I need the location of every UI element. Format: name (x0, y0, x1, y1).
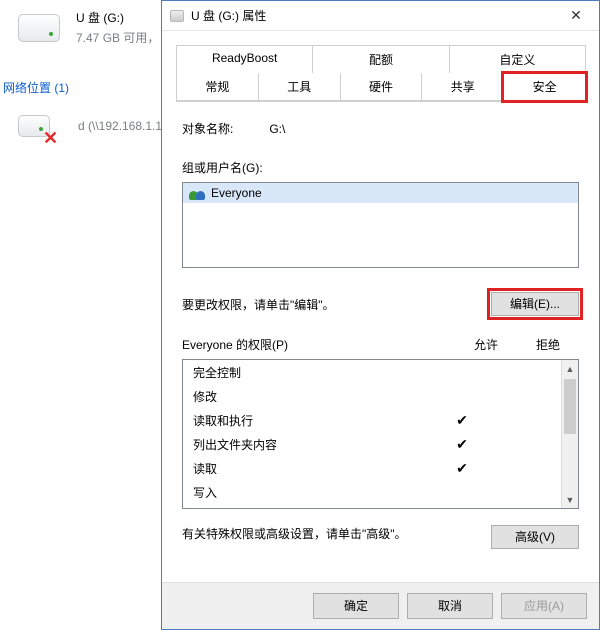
drive-icon (170, 10, 184, 22)
permission-row: 读取和执行 ✔ (183, 408, 561, 432)
tab-hardware[interactable]: 硬件 (340, 73, 423, 101)
explorer-drive-row[interactable]: U 盘 (G:) 7.47 GB 可用， (18, 9, 159, 46)
check-icon: ✔ (456, 436, 468, 452)
tab-tools[interactable]: 工具 (258, 73, 341, 101)
tab-sharing[interactable]: 共享 (421, 73, 504, 101)
close-button[interactable]: ✕ (553, 1, 599, 30)
permission-name: 列出文件夹内容 (193, 436, 431, 453)
titlebar: U 盘 (G:) 属性 ✕ (162, 1, 599, 31)
explorer-section-network[interactable]: 网络位置 (1) (0, 75, 160, 100)
dialog-footer: 确定 取消 应用(A) (162, 582, 599, 629)
groups-label: 组或用户名(G): (182, 159, 579, 176)
permission-row: 修改 (183, 384, 561, 408)
column-deny: 拒绝 (517, 336, 579, 353)
group-item-label: Everyone (211, 186, 262, 200)
cancel-button[interactable]: 取消 (407, 593, 493, 619)
permission-allow: ✔ (431, 437, 493, 452)
permission-name: 完全控制 (193, 364, 431, 381)
object-name-value: G:\ (269, 122, 285, 136)
disconnected-x-icon: ✕ (43, 128, 58, 149)
properties-dialog: U 盘 (G:) 属性 ✕ ReadyBoost 配额 自定义 常规 工具 硬件… (161, 0, 600, 630)
permission-name: 读取和执行 (193, 412, 431, 429)
permissions-label: Everyone 的权限(P) (182, 336, 455, 353)
network-drive-label: d (\\192.168.1.1 (78, 119, 162, 133)
check-icon: ✔ (456, 412, 468, 428)
permission-name: 读取 (193, 460, 431, 477)
tab-general[interactable]: 常规 (176, 73, 259, 101)
advanced-button[interactable]: 高级(V) (491, 525, 579, 549)
permission-row: 完全控制 (183, 360, 561, 384)
permission-name: 写入 (193, 484, 431, 501)
permissions-listbox: 完全控制修改读取和执行 ✔ 列出文件夹内容 ✔ 读取 ✔ 写入 ▲ ▼ (182, 359, 579, 509)
check-icon: ✔ (456, 460, 468, 476)
permission-row: 列出文件夹内容 ✔ (183, 432, 561, 456)
groups-listbox[interactable]: Everyone (182, 182, 579, 268)
permission-allow: ✔ (431, 413, 493, 428)
object-name-label: 对象名称: (182, 120, 233, 137)
drive-subtext: 7.47 GB 可用， (76, 29, 159, 46)
ok-button[interactable]: 确定 (313, 593, 399, 619)
permission-row: 写入 (183, 480, 561, 504)
dialog-title: U 盘 (G:) 属性 (191, 7, 553, 24)
group-item-everyone[interactable]: Everyone (183, 183, 578, 203)
scroll-up-icon[interactable]: ▲ (562, 360, 578, 377)
drive-icon (18, 14, 60, 42)
tab-security[interactable]: 安全 (503, 73, 586, 101)
tab-readyboost[interactable]: ReadyBoost (176, 45, 313, 73)
scrollbar[interactable]: ▲ ▼ (561, 360, 578, 508)
scroll-down-icon[interactable]: ▼ (562, 491, 578, 508)
apply-button[interactable]: 应用(A) (501, 593, 587, 619)
drive-label: U 盘 (G:) (76, 9, 159, 26)
column-allow: 允许 (455, 336, 517, 353)
permission-name: 修改 (193, 388, 431, 405)
advanced-hint: 有关特殊权限或高级设置，请单击"高级"。 (182, 525, 481, 544)
tab-strip: ReadyBoost 配额 自定义 常规 工具 硬件 共享 安全 (176, 45, 585, 102)
tab-quota[interactable]: 配额 (312, 45, 449, 73)
tab-custom[interactable]: 自定义 (449, 45, 586, 73)
permission-row: 读取 ✔ (183, 456, 561, 480)
scroll-thumb[interactable] (564, 379, 576, 434)
explorer-network-drive-row[interactable]: d (\\192.168.1.1 (18, 115, 162, 137)
permission-allow: ✔ (431, 461, 493, 476)
edit-button[interactable]: 编辑(E)... (491, 292, 579, 316)
edit-hint: 要更改权限，请单击"编辑"。 (182, 296, 335, 313)
group-icon (189, 186, 205, 200)
